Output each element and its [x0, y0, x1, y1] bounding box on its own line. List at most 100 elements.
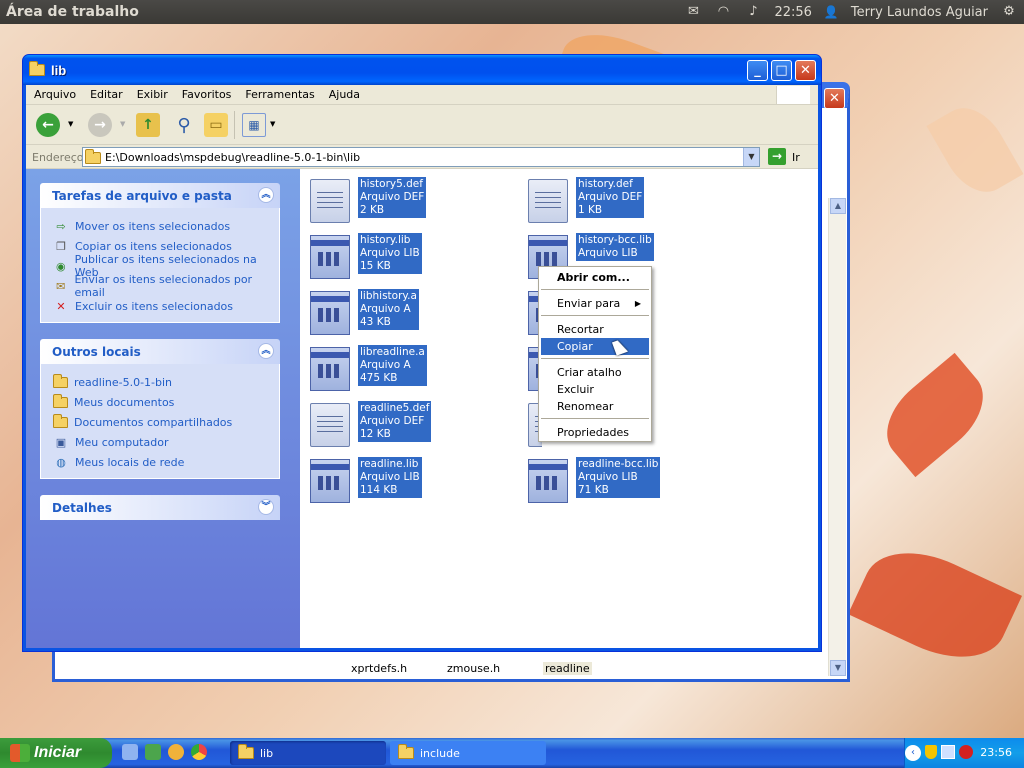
other-places-header[interactable]: Outros locais ︽ — [40, 339, 280, 364]
menu-ajuda[interactable]: Ajuda — [329, 88, 360, 101]
go-button[interactable]: Ir — [792, 151, 800, 164]
menu-send-to[interactable]: Enviar para ▶ — [541, 295, 649, 312]
go-arrow-icon[interactable]: → — [768, 148, 786, 165]
details-header[interactable]: Detalhes ︾ — [40, 495, 280, 520]
file-item[interactable]: readline.lib Arquivo LIB 114 KB — [310, 457, 520, 507]
file-item[interactable]: history.def Arquivo DEF 1 KB — [528, 177, 738, 227]
menu-copy[interactable]: Copiar — [541, 338, 649, 355]
other-places-body: readline-5.0-1-bin Meus documentos Docum… — [40, 364, 280, 479]
minimize-button[interactable]: _ — [747, 60, 768, 81]
title-bar[interactable]: lib _ □ ✕ — [23, 55, 821, 85]
up-folder-icon[interactable]: ↑ — [136, 113, 160, 137]
menu-properties[interactable]: Propriedades — [541, 424, 649, 441]
menu-create-shortcut[interactable]: Criar atalho — [541, 364, 649, 381]
top-clock[interactable]: 22:56 — [774, 5, 811, 20]
back-icon[interactable]: ← — [36, 113, 60, 137]
details-title: Detalhes — [52, 501, 112, 515]
menu-separator — [541, 418, 649, 419]
email-items-link[interactable]: ✉ Enviar os itens selecionados por email — [53, 273, 279, 299]
user-name[interactable]: Terry Laundos Aguiar — [851, 5, 988, 20]
file-item[interactable]: history5.def Arquivo DEF 2 KB — [310, 177, 520, 227]
submenu-arrow-icon: ▶ — [634, 299, 641, 308]
volume-icon[interactable]: ♪ — [744, 5, 762, 19]
taskbar: Iniciar lib include ‹ 23:56 — [0, 738, 1024, 768]
other-places-title: Outros locais — [52, 345, 141, 359]
address-input[interactable]: E:\Downloads\mspdebug\readline-5.0-1-bin… — [82, 147, 760, 167]
menu-open-with[interactable]: Abrir com... — [541, 269, 649, 286]
move-items-link[interactable]: ⇨ Mover os itens selecionados — [53, 216, 279, 236]
menu-cut[interactable]: Recortar — [541, 321, 649, 338]
file-tasks-body: ⇨ Mover os itens selecionados ❐ Copiar os … — [40, 208, 280, 323]
close-button[interactable]: ✕ — [795, 60, 816, 81]
file-item[interactable]: history.lib Arquivo LIB 15 KB — [310, 233, 520, 283]
place-readline[interactable]: readline-5.0-1-bin — [53, 372, 279, 392]
quicklaunch-icon[interactable] — [122, 744, 138, 760]
leaf-decoration — [848, 532, 1022, 678]
tray-expand-icon[interactable]: ‹ — [905, 745, 921, 761]
file-label: readline-bcc.lib Arquivo LIB 71 KB — [576, 457, 661, 498]
leaf-decoration — [870, 352, 1000, 478]
collapse-icon[interactable]: ︽ — [258, 343, 274, 359]
folders-icon[interactable]: ▭ — [204, 113, 228, 137]
start-button[interactable]: Iniciar — [0, 738, 112, 768]
address-dropdown-icon[interactable]: ▼ — [743, 148, 759, 166]
file-label[interactable]: xprtdefs.h — [351, 662, 407, 675]
menu-ferramentas[interactable]: Ferramentas — [245, 88, 314, 101]
place-my-computer[interactable]: ▣ Meu computador — [53, 432, 279, 452]
file-item[interactable]: readline5.def Arquivo DEF 12 KB — [310, 401, 520, 451]
scroll-down-button[interactable]: ▼ — [830, 660, 846, 676]
link-label: Mover os itens selecionados — [75, 219, 231, 233]
lib-file-icon — [310, 459, 350, 503]
media-player-icon[interactable] — [168, 744, 184, 760]
wifi-icon[interactable]: ◠ — [714, 5, 732, 19]
file-item[interactable]: libreadline.a Arquivo A 475 KB — [310, 345, 520, 395]
expand-icon[interactable]: ︾ — [258, 499, 274, 515]
menu-rename[interactable]: Renomear — [541, 398, 649, 415]
file-label[interactable]: readline — [543, 662, 592, 675]
place-shared-documents[interactable]: Documentos compartilhados — [53, 412, 279, 432]
file-item[interactable]: readline-bcc.lib Arquivo LIB 71 KB — [528, 457, 738, 507]
scroll-up-button[interactable]: ▲ — [830, 198, 846, 214]
views-icon[interactable]: ▦ — [242, 113, 266, 137]
task-include[interactable]: include — [390, 741, 546, 765]
archive-file-icon — [310, 291, 350, 335]
back-dropdown-icon[interactable]: ▼ — [68, 120, 73, 128]
mail-icon[interactable]: ✉ — [684, 5, 702, 19]
taskbar-clock[interactable]: 23:56 — [980, 746, 1012, 759]
menu-editar[interactable]: Editar — [90, 88, 123, 101]
quicklaunch-icon[interactable] — [145, 744, 161, 760]
delete-items-link[interactable]: ✕ Excluir os itens selecionados — [53, 296, 279, 316]
forward-dropdown-icon[interactable]: ▼ — [120, 120, 125, 128]
menu-arquivo[interactable]: Arquivo — [34, 88, 76, 101]
windows-logo-icon — [776, 86, 810, 104]
explorer-window[interactable]: lib _ □ ✕ Arquivo Editar Exibir Favorito… — [22, 54, 822, 652]
move-icon: ⇨ — [56, 219, 66, 233]
network-tray-icon[interactable] — [941, 745, 955, 759]
file-label: libreadline.a Arquivo A 475 KB — [358, 345, 427, 386]
place-network[interactable]: ◍ Meus locais de rede — [53, 452, 279, 472]
views-dropdown-icon[interactable]: ▼ — [270, 120, 275, 128]
other-places-panel: Outros locais ︽ readline-5.0-1-bin Meus … — [40, 339, 280, 479]
gear-icon[interactable]: ⚙ — [1000, 5, 1018, 19]
alert-tray-icon[interactable] — [959, 745, 973, 759]
forward-icon[interactable]: → — [88, 113, 112, 137]
file-label: libhistory.a Arquivo A 43 KB — [358, 289, 419, 330]
menu-favoritos[interactable]: Favoritos — [182, 88, 232, 101]
file-tasks-header[interactable]: Tarefas de arquivo e pasta ︽ — [40, 183, 280, 208]
task-lib[interactable]: lib — [230, 741, 386, 765]
background-scrollbar[interactable]: ▲ ▼ — [828, 198, 846, 676]
link-label: Enviar os itens selecionados por email — [74, 273, 253, 299]
background-close-button[interactable]: ✕ — [824, 88, 845, 109]
place-my-documents[interactable]: Meus documentos — [53, 392, 279, 412]
menu-exibir[interactable]: Exibir — [137, 88, 168, 101]
search-icon[interactable]: ⚲ — [172, 113, 196, 137]
file-label[interactable]: zmouse.h — [447, 662, 500, 675]
security-shield-icon[interactable] — [925, 745, 937, 759]
link-label: Excluir os itens selecionados — [75, 299, 234, 313]
file-item[interactable]: libhistory.a Arquivo A 43 KB — [310, 289, 520, 339]
maximize-button[interactable]: □ — [771, 60, 792, 81]
task-label: include — [420, 746, 460, 760]
collapse-icon[interactable]: ︽ — [258, 187, 274, 203]
chrome-icon[interactable] — [191, 744, 207, 760]
menu-delete[interactable]: Excluir — [541, 381, 649, 398]
